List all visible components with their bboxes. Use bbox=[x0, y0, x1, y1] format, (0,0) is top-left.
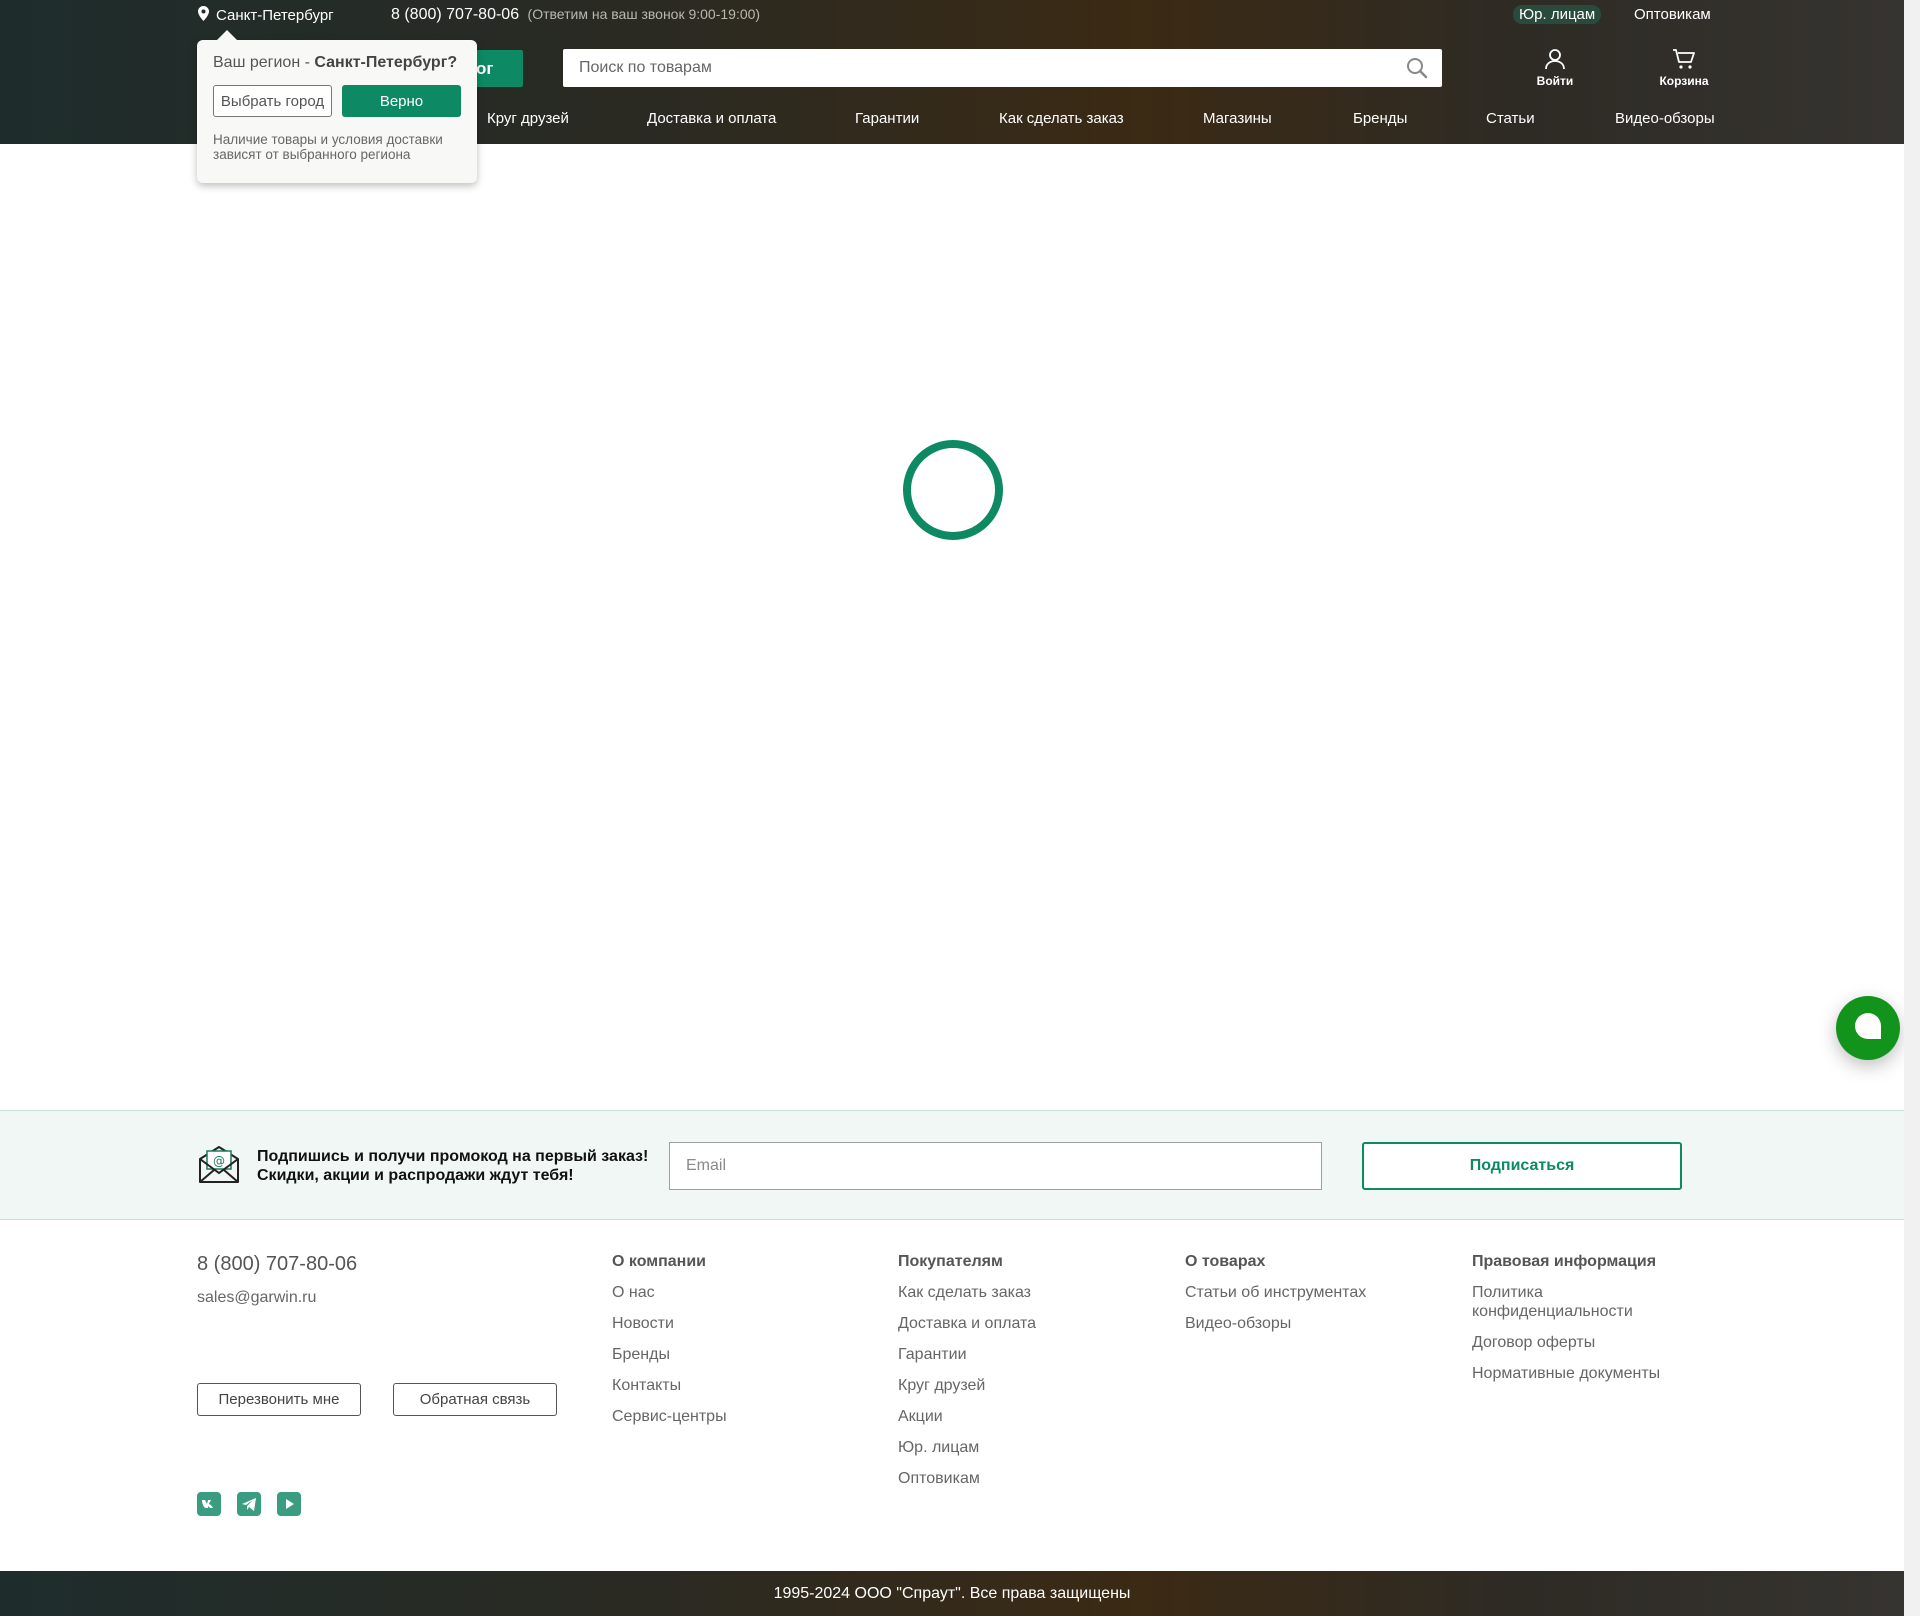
email-field[interactable] bbox=[670, 1143, 1321, 1189]
region-question-city: Санкт-Петербург? bbox=[314, 54, 458, 71]
footer-link[interactable]: Договор оферты bbox=[1472, 1333, 1692, 1352]
footer-link[interactable]: Нормативные документы bbox=[1472, 1364, 1692, 1383]
cart-label: Корзина bbox=[1659, 74, 1709, 88]
login-label: Войти bbox=[1536, 74, 1574, 88]
nav-item-video-reviews[interactable]: Видео-обзоры bbox=[1615, 110, 1715, 127]
header-phone[interactable]: 8 (800) 707-80-06 (Ответим на ваш звонок… bbox=[391, 6, 760, 24]
footer-column-title: О товарах bbox=[1185, 1253, 1266, 1270]
region-question-prefix: Ваш регион - bbox=[213, 54, 315, 71]
subscribe-line-2: Скидки, акции и распродажи ждут тебя! bbox=[257, 1167, 574, 1184]
footer-column-buyers: Покупателям Как сделать заказ Доставка и… bbox=[898, 1253, 1036, 1500]
footer-phone[interactable]: 8 (800) 707-80-06 bbox=[197, 1253, 357, 1276]
vk-icon[interactable] bbox=[197, 1492, 221, 1516]
footer-link[interactable]: Как сделать заказ bbox=[898, 1283, 1036, 1302]
copyright-bar: 1995-2024 ООО "Спраут". Все права защище… bbox=[0, 1571, 1904, 1616]
nav-item-warranty[interactable]: Гарантии bbox=[855, 110, 919, 127]
footer-column-title: Правовая информация bbox=[1472, 1253, 1657, 1270]
choose-city-button[interactable]: Выбрать город bbox=[213, 85, 332, 117]
footer-link[interactable]: Новости bbox=[612, 1314, 727, 1333]
nav-item-how-to-order[interactable]: Как сделать заказ bbox=[999, 110, 1124, 127]
footer-email[interactable]: sales@garwin.ru bbox=[197, 1289, 316, 1307]
footer-column-company: О компании О нас Новости Бренды Контакты… bbox=[612, 1253, 727, 1438]
phone-number: 8 (800) 707-80-06 bbox=[391, 6, 520, 23]
footer-link[interactable]: Контакты bbox=[612, 1376, 727, 1395]
footer-link[interactable]: Статьи об инструментах bbox=[1185, 1283, 1366, 1302]
subscribe-line-1: Подпишись и получи промокод на первый за… bbox=[257, 1148, 649, 1165]
page-scrollbar[interactable] bbox=[1904, 0, 1920, 1616]
footer-link[interactable]: Акции bbox=[898, 1407, 1036, 1426]
city-selector[interactable]: Санкт-Петербург bbox=[198, 6, 334, 25]
region-buttons: Выбрать город Верно bbox=[213, 85, 461, 117]
subscribe-text: Подпишись и получи промокод на первый за… bbox=[257, 1147, 648, 1185]
footer-link[interactable]: Гарантии bbox=[898, 1345, 1036, 1364]
footer-link[interactable]: Бренды bbox=[612, 1345, 727, 1364]
subscribe-button[interactable]: Подписаться bbox=[1362, 1142, 1682, 1190]
svg-text:@: @ bbox=[213, 1154, 225, 1168]
legal-entities-link[interactable]: Юр. лицам bbox=[1513, 5, 1602, 24]
nav-item-articles[interactable]: Статьи bbox=[1486, 110, 1535, 127]
region-question: Ваш регион - Санкт-Петербург? bbox=[213, 54, 461, 72]
confirm-city-button[interactable]: Верно bbox=[342, 85, 461, 117]
region-popup: Ваш регион - Санкт-Петербург? Выбрать го… bbox=[197, 30, 477, 183]
nav-item-brands[interactable]: Бренды bbox=[1353, 110, 1407, 127]
email-field-wrapper bbox=[669, 1142, 1322, 1190]
loading-spinner bbox=[903, 440, 1003, 540]
location-pin-icon bbox=[198, 6, 209, 25]
nav-item-delivery[interactable]: Доставка и оплата bbox=[647, 110, 776, 127]
footer-column-legal: Правовая информация Политика конфиденциа… bbox=[1472, 1253, 1692, 1395]
envelope-icon: @ bbox=[198, 1143, 240, 1190]
city-label: Санкт-Петербург bbox=[216, 7, 334, 24]
wholesale-link[interactable]: Оптовикам bbox=[1634, 6, 1711, 23]
cart-button[interactable]: Корзина bbox=[1649, 48, 1719, 88]
footer-column-title: Покупателям bbox=[898, 1253, 1003, 1270]
nav-item-stores[interactable]: Магазины bbox=[1203, 110, 1272, 127]
cart-icon bbox=[1649, 48, 1719, 70]
subscribe-section: @ Подпишись и получи промокод на первый … bbox=[0, 1110, 1904, 1220]
region-note: Наличие товары и условия доставки завися… bbox=[213, 132, 443, 162]
top-bar: Санкт-Петербург 8 (800) 707-80-06 (Ответ… bbox=[0, 0, 1904, 30]
chat-bubble-icon bbox=[1853, 1011, 1883, 1046]
search-bar bbox=[563, 49, 1442, 87]
search-input[interactable] bbox=[563, 49, 1442, 87]
phone-hours: (Ответим на ваш звонок 9:00-19:00) bbox=[527, 6, 761, 22]
copyright-text: 1995-2024 ООО "Спраут". Все права защище… bbox=[773, 1584, 1131, 1602]
telegram-icon[interactable] bbox=[237, 1492, 261, 1516]
feedback-button[interactable]: Обратная связь bbox=[393, 1383, 557, 1416]
footer-link[interactable]: Доставка и оплата bbox=[898, 1314, 1036, 1333]
nav-item-friends[interactable]: Круг друзей bbox=[487, 110, 569, 127]
footer-link[interactable]: Юр. лицам bbox=[898, 1438, 1036, 1457]
chat-button[interactable] bbox=[1836, 996, 1900, 1060]
login-button[interactable]: Войти bbox=[1520, 48, 1590, 88]
footer-link[interactable]: Сервис-центры bbox=[612, 1407, 727, 1426]
social-links bbox=[197, 1492, 301, 1516]
footer-column-title: О компании bbox=[612, 1253, 706, 1270]
footer-link[interactable]: Видео-обзоры bbox=[1185, 1314, 1366, 1333]
footer-link[interactable]: Оптовикам bbox=[898, 1469, 1036, 1488]
footer-link[interactable]: Круг друзей bbox=[898, 1376, 1036, 1395]
footer-link[interactable]: О нас bbox=[612, 1283, 727, 1302]
footer-column-products: О товарах Статьи об инструментах Видео-о… bbox=[1185, 1253, 1366, 1345]
search-icon[interactable] bbox=[1406, 57, 1428, 79]
callback-button[interactable]: Перезвонить мне bbox=[197, 1383, 361, 1416]
youtube-icon[interactable] bbox=[277, 1492, 301, 1516]
user-icon bbox=[1520, 48, 1590, 70]
footer-link[interactable]: Политика конфиденциальности bbox=[1472, 1283, 1692, 1321]
